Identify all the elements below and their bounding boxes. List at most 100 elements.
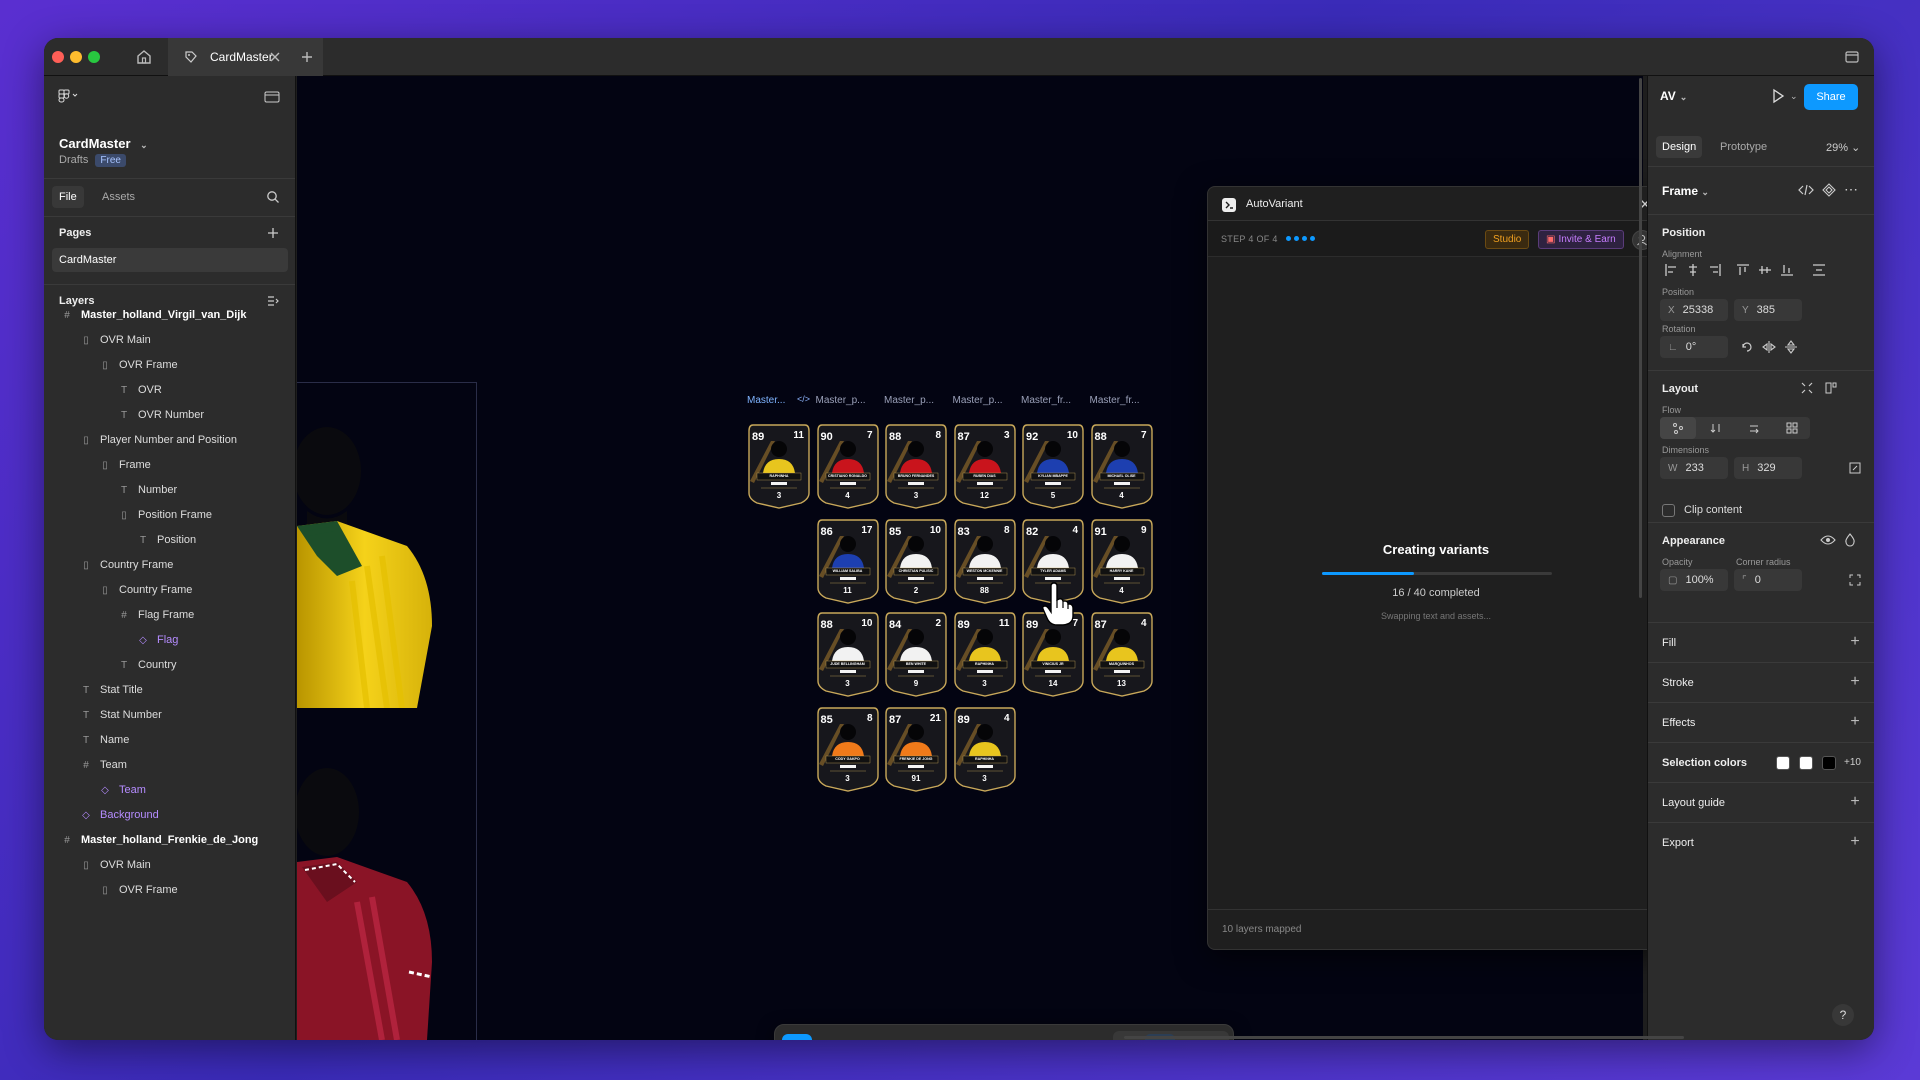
rotate-icon[interactable]: [1736, 336, 1758, 358]
layout-resize-icon[interactable]: [1800, 381, 1814, 398]
distribute-icon[interactable]: [1808, 259, 1830, 281]
present-options-chevron-icon[interactable]: ⌄: [1790, 91, 1798, 102]
move-tool-chevron-icon[interactable]: ⌄: [811, 1034, 823, 1040]
flow-vertical-icon[interactable]: [1698, 417, 1734, 439]
rotation-field[interactable]: ∟ 0°: [1660, 336, 1728, 358]
frame-label[interactable]: Master_fr...: [1090, 395, 1140, 406]
close-tab-icon[interactable]: [266, 48, 284, 66]
player-card[interactable]: 86 17 WILLIAM SALIBA 11: [816, 516, 880, 604]
tab-assets[interactable]: Assets: [96, 186, 141, 208]
text-tool-chevron-icon[interactable]: ⌄: [1023, 1034, 1035, 1040]
player-card[interactable]: 85 10 CHRISTIAN PULISIC 2: [884, 516, 948, 604]
frame-label[interactable]: Master...: [747, 395, 785, 406]
studio-button[interactable]: Studio: [1485, 230, 1530, 249]
clip-content-checkbox[interactable]: [1662, 504, 1675, 517]
add-stroke-icon[interactable]: +: [1848, 674, 1862, 690]
corner-radius-field[interactable]: ⌜ 0: [1734, 569, 1802, 591]
vertical-scrollbar[interactable]: [1639, 78, 1642, 598]
shape-tool-chevron-icon[interactable]: ⌄: [915, 1034, 927, 1040]
player-card[interactable]: 88 10 JUDE BELLINGHAM 3: [816, 609, 880, 697]
add-fill-icon[interactable]: +: [1848, 634, 1862, 650]
invite-earn-button[interactable]: ▣ Invite & Earn: [1538, 230, 1624, 249]
sidebar-toggle-icon[interactable]: [1844, 49, 1860, 65]
align-bottom-icon[interactable]: [1776, 259, 1798, 281]
tab-design[interactable]: Design: [1656, 136, 1703, 158]
flip-vertical-icon[interactable]: [1780, 336, 1802, 358]
add-layout-guide-icon[interactable]: +: [1848, 794, 1862, 810]
pen-tool-icon[interactable]: [941, 1034, 971, 1040]
selection-type[interactable]: Frame ⌄: [1662, 184, 1709, 198]
align-right-icon[interactable]: [1704, 259, 1726, 281]
panel-toggle-icon[interactable]: [264, 90, 280, 107]
player-card[interactable]: 92 10 KYLIAN MBAPPE 5: [1021, 421, 1085, 509]
flow-horizontal-icon[interactable]: [1736, 417, 1772, 439]
player-card[interactable]: 90 7 CRISTIANO RONALDO 4: [816, 421, 880, 509]
tab-prototype[interactable]: Prototype: [1714, 136, 1773, 158]
frame-label[interactable]: Master_p...: [816, 395, 866, 406]
player-card[interactable]: 89 4 RAPHINHA 3: [953, 704, 1017, 792]
file-name[interactable]: CardMaster ⌄: [59, 136, 148, 151]
add-effects-icon[interactable]: +: [1848, 714, 1862, 730]
comment-tool-icon[interactable]: [1045, 1034, 1075, 1040]
rectangle-tool-icon[interactable]: [887, 1034, 917, 1040]
component-icon[interactable]: [1822, 183, 1836, 200]
player-card[interactable]: 87 3 RUBEN DIAS 12: [953, 421, 1017, 509]
minimize-window-button[interactable]: [70, 51, 82, 63]
more-options-icon[interactable]: ⋯: [1844, 181, 1858, 198]
align-horizontal-center-icon[interactable]: [1682, 259, 1704, 281]
horizontal-scrollbar[interactable]: [1124, 1036, 1684, 1039]
visibility-eye-icon[interactable]: [1820, 534, 1836, 549]
search-icon[interactable]: [266, 190, 280, 207]
present-icon[interactable]: [1770, 88, 1786, 107]
x-position-field[interactable]: X 25338: [1660, 299, 1728, 321]
frame-label[interactable]: Master_fr...: [1021, 395, 1071, 406]
tab-file[interactable]: File: [52, 186, 84, 208]
opacity-field[interactable]: ▢ 100%: [1660, 569, 1728, 591]
flow-freeform-icon[interactable]: [1660, 417, 1696, 439]
player-card[interactable]: 88 7 MICHAEL OLISE 4: [1090, 421, 1154, 509]
player-card[interactable]: 87 4 MARQUINHOS 13: [1090, 609, 1154, 697]
home-icon[interactable]: [132, 45, 156, 69]
add-page-icon[interactable]: [266, 226, 280, 243]
align-left-icon[interactable]: [1660, 259, 1682, 281]
player-card[interactable]: 91 9 HARRY KANE 4: [1090, 516, 1154, 604]
main-menu-icon[interactable]: [58, 88, 80, 107]
player-card[interactable]: 88 8 BRUNO FERNANDES 3: [884, 421, 948, 509]
player-card[interactable]: 83 8 WESTON MCKENNIE 88: [953, 516, 1017, 604]
constrain-proportions-icon[interactable]: [1844, 457, 1866, 479]
blend-mode-icon[interactable]: [1844, 533, 1856, 550]
flow-grid-icon[interactable]: [1774, 417, 1810, 439]
layout-grid-icon[interactable]: [1824, 381, 1838, 398]
align-vertical-center-icon[interactable]: [1754, 259, 1776, 281]
frame-label[interactable]: Master_p...: [953, 395, 1003, 406]
close-window-button[interactable]: [52, 51, 64, 63]
align-top-icon[interactable]: [1732, 259, 1754, 281]
frame-tool-icon[interactable]: [833, 1034, 863, 1040]
player-card[interactable]: 85 8 CODY GAKPO 3: [816, 704, 880, 792]
actions-tool-icon[interactable]: [1077, 1034, 1107, 1040]
player-card[interactable]: 87 21 FRENKIE DE JONG 91: [884, 704, 948, 792]
move-tool-icon[interactable]: [782, 1034, 812, 1040]
text-tool-icon[interactable]: [995, 1034, 1025, 1040]
zoom-window-button[interactable]: [88, 51, 100, 63]
layer-row[interactable]: ▯ OVR Frame: [44, 875, 295, 905]
frame-label[interactable]: Master_p...: [884, 395, 934, 406]
color-swatch[interactable]: [1776, 756, 1790, 770]
color-swatch[interactable]: [1799, 756, 1813, 770]
flip-horizontal-icon[interactable]: [1758, 336, 1780, 358]
new-tab-icon[interactable]: [298, 48, 316, 66]
color-swatch[interactable]: [1822, 756, 1836, 770]
independent-corners-icon[interactable]: [1844, 569, 1866, 591]
help-icon[interactable]: ?: [1832, 1004, 1854, 1026]
add-export-icon[interactable]: +: [1848, 834, 1862, 850]
share-button[interactable]: Share: [1804, 84, 1858, 110]
pen-tool-chevron-icon[interactable]: ⌄: [969, 1034, 981, 1040]
code-icon[interactable]: [1798, 183, 1814, 200]
height-field[interactable]: H 329: [1734, 457, 1802, 479]
player-card[interactable]: 89 11 RAPHINHA 3: [953, 609, 1017, 697]
width-field[interactable]: W 233: [1660, 457, 1728, 479]
avatar[interactable]: AV ⌄: [1660, 89, 1687, 103]
player-card[interactable]: 89 11 RAPHINHA 3: [747, 421, 811, 509]
zoom-level[interactable]: 29% ⌄: [1826, 141, 1860, 154]
player-card[interactable]: 84 2 BEN WHITE 9: [884, 609, 948, 697]
